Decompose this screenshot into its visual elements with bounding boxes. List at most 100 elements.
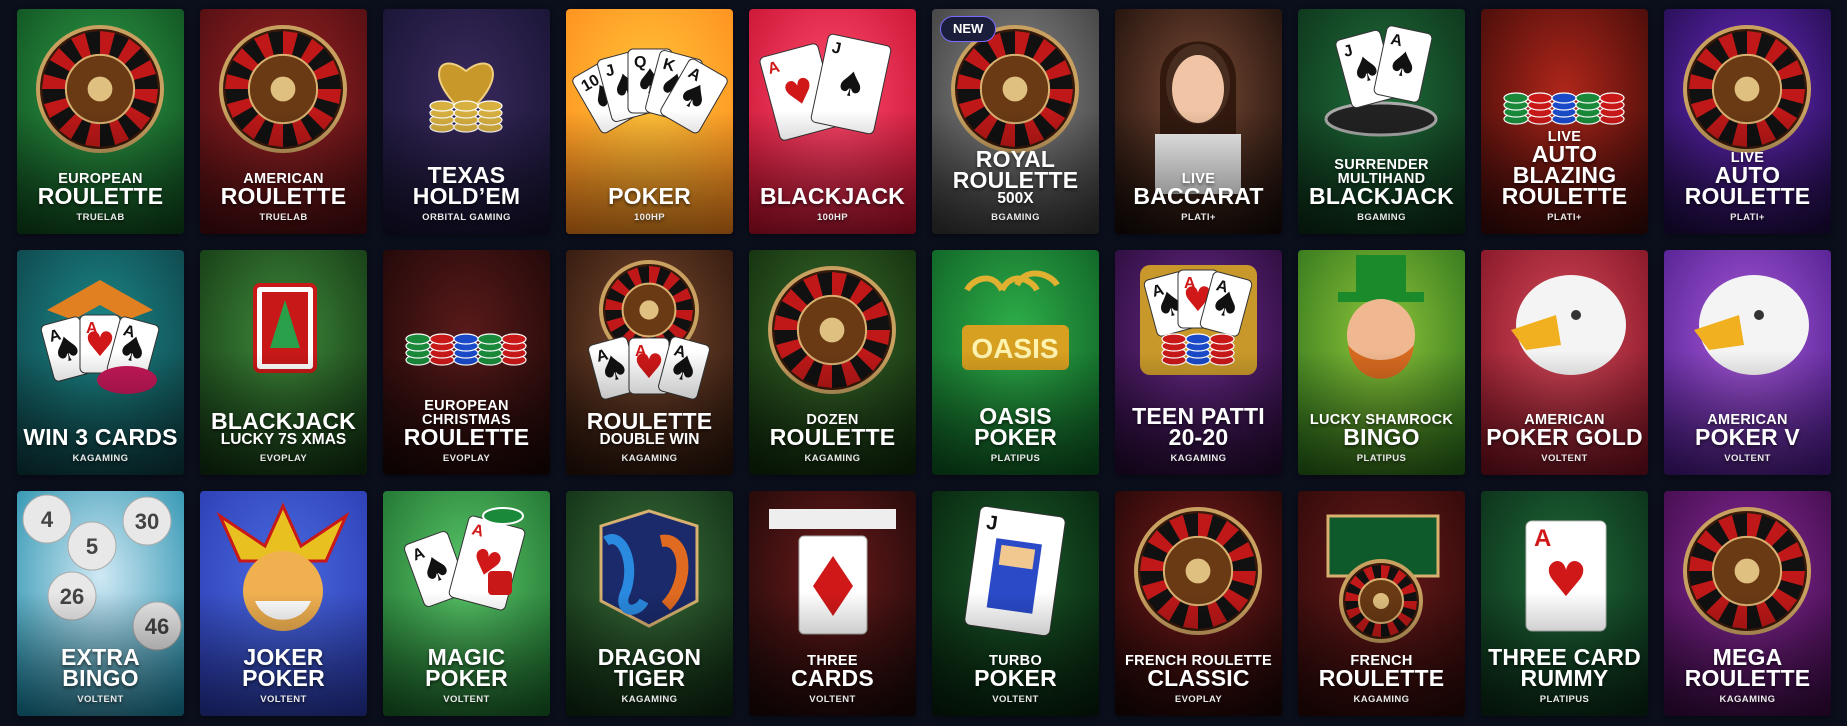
provider-name: PLATIPUS (1539, 694, 1590, 705)
game-title-line: WIN 3 CARDS (23, 424, 178, 450)
provider-name: VOLTENT (260, 694, 307, 705)
new-badge: NEW (940, 16, 997, 42)
game-card[interactable]: TEXAS HOLD’EM ORBITAL GAMING (383, 9, 550, 234)
game-card[interactable]: 10 ♠ J ♠ Q ♠ K ♠ A ♠ POKER100HP (566, 9, 733, 234)
game-card[interactable]: THREE CARDS VOLTENT (749, 491, 916, 716)
game-title-line: ROULETTE (1684, 665, 1811, 691)
game-card[interactable]: DRAGON TIGER KAGAMING (566, 491, 733, 716)
game-title: FRENCH ROULETTE KAGAMING (1302, 654, 1461, 705)
game-title: THREE CARD RUMMY PLATIPUS (1485, 646, 1644, 705)
game-title-line: RUMMY (1520, 665, 1609, 691)
provider-name: KAGAMING (72, 453, 129, 464)
game-title-line: POKER V (1695, 424, 1800, 450)
game-title: LIVE AUTO BLAZING ROULETTE PLATI+ (1485, 130, 1644, 223)
game-card[interactable]: LIVE AUTO ROULETTE PLATI+ (1664, 9, 1831, 234)
provider-name: VOLTENT (77, 694, 124, 705)
provider-name: KAGAMING (621, 453, 678, 464)
game-title: DOZEN ROULETTE KAGAMING (753, 413, 912, 464)
game-card[interactable]: A ♠ A ♥ A ♠ ROULETTEDOUBLE WINKAGAMING (566, 250, 733, 475)
game-title: BLACKJACK 100HP (753, 183, 912, 223)
game-title-line: ROULETTE (37, 183, 164, 209)
game-title-line: ROULETTE (769, 424, 896, 450)
game-title: ROYAL ROULETTE 500X BGAMING (936, 148, 1095, 223)
game-card[interactable]: AMERICAN ROULETTE TRUELAB (200, 9, 367, 234)
game-title-line: ROULETTE (1501, 183, 1628, 209)
game-card[interactable]: AMERICAN POKER V VOLTENT (1664, 250, 1831, 475)
game-title-line: BLACKJACK (760, 183, 905, 209)
game-card[interactable]: 45302646EXTRA BINGOVOLTENT (17, 491, 184, 716)
provider-name: TRUELAB (76, 212, 125, 223)
provider-name: VOLTENT (809, 694, 856, 705)
game-title-line: BINGO (1343, 424, 1420, 450)
svg-text:30: 30 (135, 509, 159, 534)
game-title-line: SURRENDER (1334, 157, 1429, 173)
provider-name: ORBITAL GAMING (422, 212, 511, 223)
game-title: POKER 100HP (570, 183, 729, 223)
game-card[interactable]: J TURBO POKER VOLTENT (932, 491, 1099, 716)
game-title-line: TIGER (613, 665, 686, 691)
game-card[interactable]: A ♠ A ♥ MAGIC POKER VOLTENT (383, 491, 550, 716)
game-title: WIN 3 CARDS KAGAMING (21, 424, 180, 464)
game-title-line: POKER (425, 665, 508, 691)
game-title-line: ROULETTE (220, 183, 347, 209)
game-title-line: ROULETTE (403, 424, 530, 450)
game-title: BLACKJACK LUCKY 7S XMAS EVOPLAY (204, 408, 363, 464)
provider-name: PLATIPUS (1356, 453, 1407, 464)
game-card[interactable]: JOKER POKER VOLTENT (200, 491, 367, 716)
game-grid: EUROPEAN ROULETTE TRUELAB AMERICAN ROULETTE… (0, 0, 1847, 726)
provider-name: KAGAMING (1353, 694, 1410, 705)
provider-name: PLATIPUS (990, 453, 1041, 464)
game-card[interactable]: FRENCH ROULETTE CLASSIC EVOPLAY (1115, 491, 1282, 716)
game-title-line: 500X (997, 190, 1034, 207)
svg-text:5: 5 (86, 534, 98, 559)
game-card[interactable]: A ♥ J ♠ BLACKJACK 100HP (749, 9, 916, 234)
game-card[interactable]: MEGA ROULETTE KAGAMING (1664, 491, 1831, 716)
game-title-line: ROULETTE (586, 408, 713, 434)
provider-name: VOLTENT (992, 694, 1039, 705)
svg-text:A: A (1534, 525, 1551, 552)
game-title: JOKER POKER VOLTENT (204, 646, 363, 705)
game-card[interactable]: LIVE AUTO BLAZING ROULETTE PLATI+ (1481, 9, 1648, 234)
game-card[interactable]: EUROPEAN CHRISTMAS ROULETTE EVOPLAY (383, 250, 550, 475)
provider-name: 100HP (816, 212, 849, 223)
provider-name: VOLTENT (1541, 453, 1588, 464)
game-title-line: CARDS (791, 665, 874, 691)
game-title: AMERICAN POKER GOLD VOLTENT (1485, 413, 1644, 464)
game-card[interactable]: EUROPEAN ROULETTE TRUELAB (17, 9, 184, 234)
game-title-line: BLACKJACK (1309, 183, 1454, 209)
game-title: LIVE BACCARAT PLATI+ (1119, 172, 1278, 223)
game-title: LUCKY SHAMROCK BINGO PLATIPUS (1302, 413, 1461, 464)
game-title: EUROPEAN ROULETTE TRUELAB (21, 172, 180, 223)
game-card[interactable]: FRENCH ROULETTE KAGAMING (1298, 491, 1465, 716)
provider-name: BGAMING (1357, 212, 1406, 223)
game-card[interactable]: ROYAL ROULETTE 500X BGAMING NEW (932, 9, 1099, 234)
game-card[interactable]: A ♥ THREE CARD RUMMY PLATIPUS (1481, 491, 1648, 716)
game-card[interactable]: LIVE BACCARAT PLATI+ (1115, 9, 1282, 234)
game-title: AMERICAN POKER V VOLTENT (1668, 413, 1827, 464)
provider-name: KAGAMING (621, 694, 678, 705)
provider-name: PLATI+ (1547, 212, 1582, 223)
game-card[interactable]: A ♠ A ♥ A ♠ WIN 3 CARDS KAGAMING (17, 250, 184, 475)
game-card[interactable]: BLACKJACK LUCKY 7S XMAS EVOPLAY (200, 250, 367, 475)
game-card[interactable]: DOZEN ROULETTE KAGAMING (749, 250, 916, 475)
provider-name: KAGAMING (804, 453, 861, 464)
game-title-line: OASIS POKER (974, 403, 1057, 450)
game-title: THREE CARDS VOLTENT (753, 654, 912, 705)
game-title: DRAGON TIGER KAGAMING (570, 646, 729, 705)
game-title: FRENCH ROULETTE CLASSIC EVOPLAY (1119, 654, 1278, 705)
game-title: LIVE AUTO ROULETTE PLATI+ (1668, 151, 1827, 223)
game-title-line: BLACKJACK (211, 408, 356, 434)
game-card[interactable]: AMERICAN POKER GOLD VOLTENT (1481, 250, 1648, 475)
game-title: SURRENDER MULTIHAND BLACKJACK BGAMING (1302, 158, 1461, 223)
provider-name: TRUELAB (259, 212, 308, 223)
game-title-line: POKER (608, 183, 691, 209)
game-card[interactable]: J ♠ A ♠ SURRENDER MULTIHAND BLACKJACK BGAMI… (1298, 9, 1465, 234)
provider-name: PLATI+ (1181, 212, 1216, 223)
svg-text:4: 4 (41, 507, 54, 532)
game-title-line: POKER (974, 665, 1057, 691)
game-card[interactable]: LUCKY SHAMROCK BINGO PLATIPUS (1298, 250, 1465, 475)
game-card[interactable]: OASIS OASIS POKER PLATIPUS (932, 250, 1099, 475)
provider-name: VOLTENT (443, 694, 490, 705)
game-card[interactable]: A ♠ A ♥ A ♠ TEEN PATTI 20-20 KAGAMING (1115, 250, 1282, 475)
game-title-line: CLASSIC (1147, 665, 1250, 691)
